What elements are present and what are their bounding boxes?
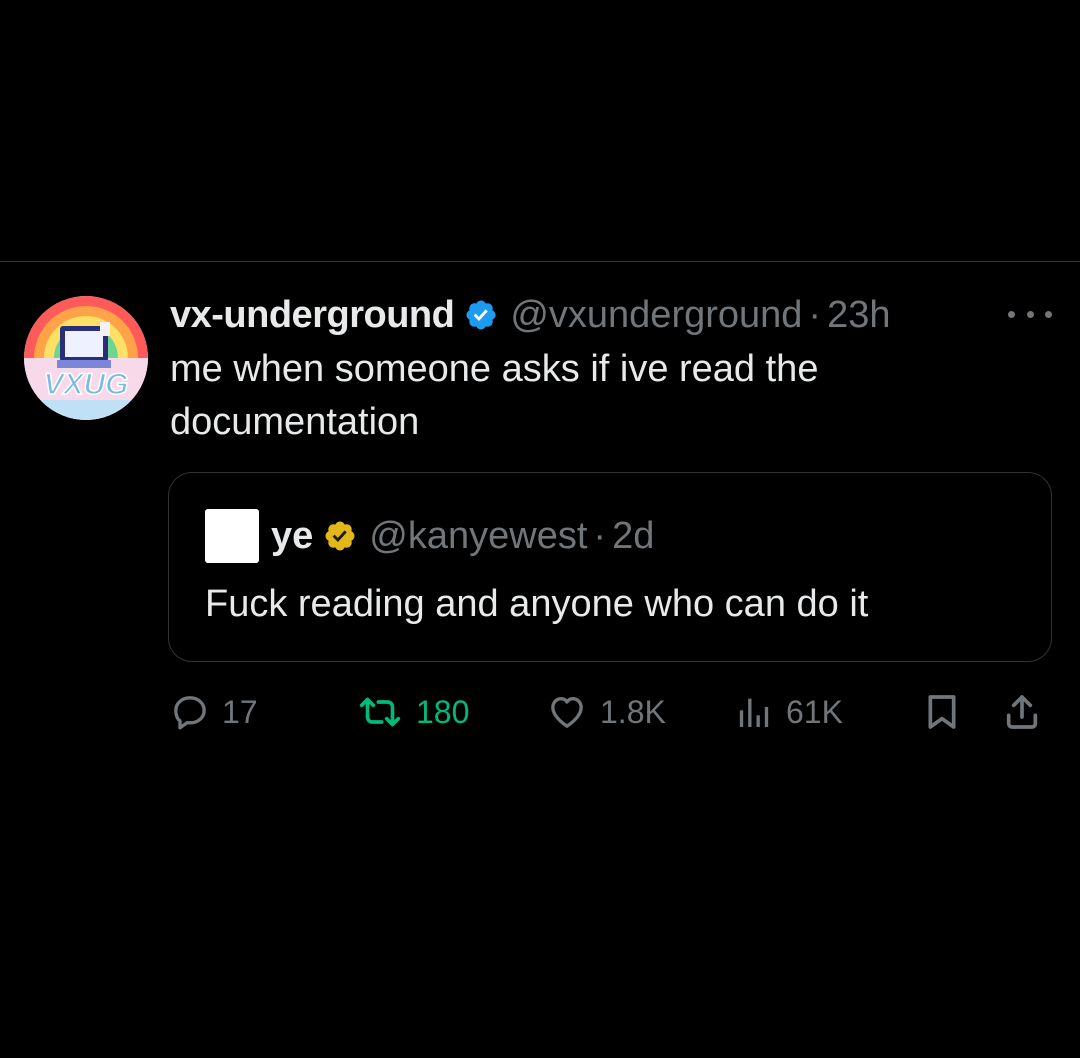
bookmark-icon xyxy=(928,695,956,729)
more-dot xyxy=(1026,310,1034,318)
tweet-header: vx-underground @vxunderground · 23h xyxy=(170,290,970,340)
share-button[interactable] xyxy=(1002,684,1042,740)
more-dot xyxy=(1045,310,1052,318)
timeline-divider xyxy=(0,261,1080,262)
author-avatar[interactable]: VXUG xyxy=(24,296,148,420)
quoted-header-separator: · xyxy=(593,514,607,557)
more-dot xyxy=(1008,310,1015,318)
quoted-tweet-card[interactable]: ye @kanyewest · 2d Fuck reading and anyo… xyxy=(168,472,1052,662)
retweet-button[interactable]: 180 xyxy=(356,684,469,740)
tweet-action-bar: 17 180 1.8K 61K xyxy=(170,684,1052,740)
bookmark-button[interactable] xyxy=(922,684,962,740)
quoted-tweet-text: Fuck reading and anyone who can do it xyxy=(205,583,869,625)
retweet-count: 180 xyxy=(416,693,470,730)
views-button[interactable]: 61K xyxy=(734,684,843,740)
views-count: 61K xyxy=(786,693,843,730)
quoted-author-display-name[interactable]: ye xyxy=(271,515,313,558)
vxug-logo-icon: VXUG xyxy=(24,296,148,420)
like-button[interactable]: 1.8K xyxy=(546,684,666,740)
share-icon xyxy=(1006,695,1038,729)
heart-icon xyxy=(551,697,583,728)
quoted-tweet-timestamp[interactable]: 2d xyxy=(612,515,654,558)
author-display-name[interactable]: vx-underground xyxy=(170,294,455,337)
gold-verified-badge-icon[interactable] xyxy=(323,519,357,553)
analytics-icon xyxy=(739,698,769,727)
reply-count: 17 xyxy=(222,693,258,730)
reply-button[interactable]: 17 xyxy=(170,684,258,740)
header-separator: · xyxy=(808,293,822,336)
more-options-button[interactable] xyxy=(1008,300,1052,328)
retweet-icon xyxy=(359,697,401,727)
quoted-tweet-header: ye @kanyewest · 2d xyxy=(205,509,654,563)
tweet-timestamp[interactable]: 23h xyxy=(827,294,890,337)
svg-text:VXUG: VXUG xyxy=(43,368,128,401)
author-handle[interactable]: @vxunderground xyxy=(510,294,802,337)
quoted-author-avatar[interactable] xyxy=(205,509,259,563)
reply-icon xyxy=(174,696,206,730)
like-count: 1.8K xyxy=(600,693,666,730)
verified-badge-icon[interactable] xyxy=(464,298,498,332)
quoted-author-handle[interactable]: @kanyewest xyxy=(369,515,587,558)
tweet-text: me when someone asks if ive read the doc… xyxy=(170,348,819,443)
